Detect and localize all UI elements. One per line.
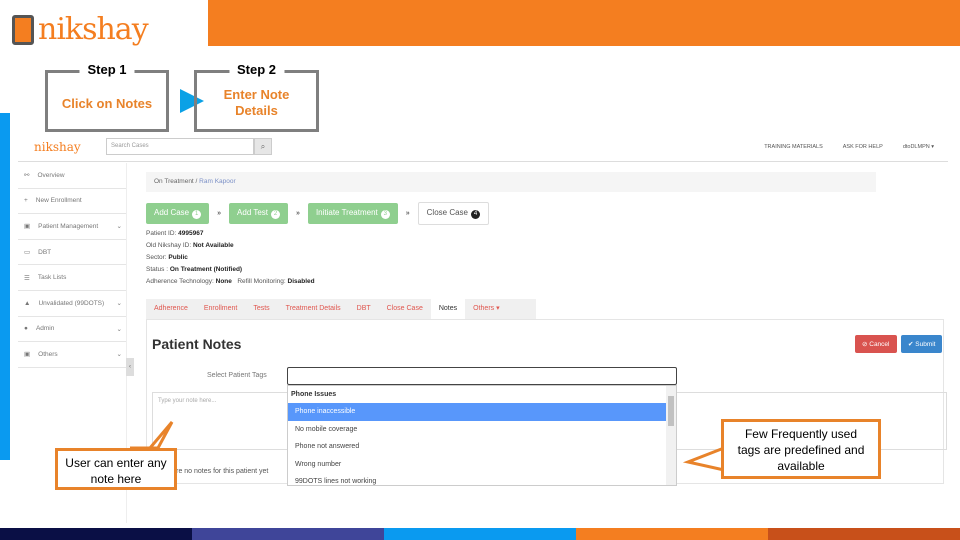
right-callout-pointer bbox=[682, 445, 726, 472]
left-callout-pointer bbox=[130, 421, 174, 450]
callout-tags: Few Frequently used tags are predefined … bbox=[721, 419, 881, 479]
stripe-segment bbox=[768, 528, 960, 540]
stripe-segment bbox=[576, 528, 768, 540]
callout-note: User can enter any note here bbox=[55, 448, 177, 490]
stripe-segment bbox=[0, 528, 192, 540]
stripe-segment bbox=[384, 528, 576, 540]
footer-stripe bbox=[0, 528, 960, 540]
stripe-segment bbox=[192, 528, 384, 540]
